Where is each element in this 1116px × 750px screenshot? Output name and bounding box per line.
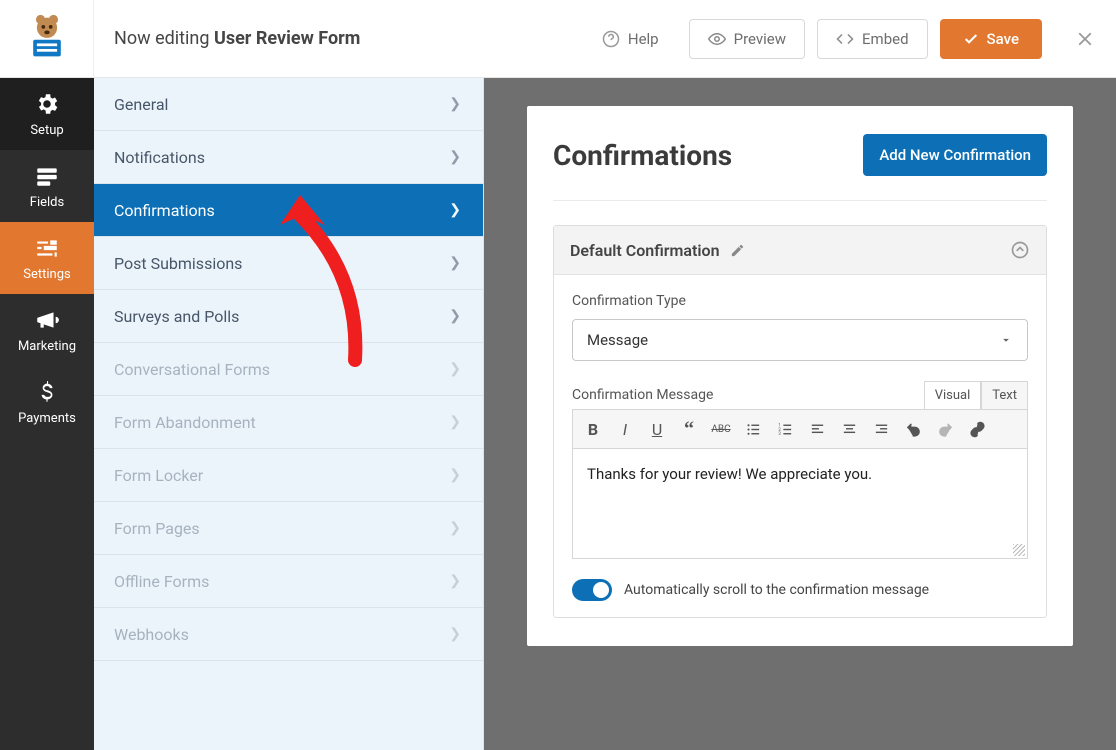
auto-scroll-toggle[interactable] <box>572 579 612 601</box>
sp-general[interactable]: General❯ <box>94 78 483 131</box>
header-actions: Help Preview Embed Save <box>584 19 1116 59</box>
chevron-right-icon: ❯ <box>449 467 461 483</box>
dollar-icon <box>34 379 60 405</box>
nav-settings[interactable]: Settings <box>0 222 94 294</box>
tab-visual[interactable]: Visual <box>924 381 982 409</box>
editing-title: Now editing User Review Form <box>94 28 584 49</box>
sp-notifications[interactable]: Notifications❯ <box>94 131 483 184</box>
underline-button[interactable]: U <box>645 417 669 441</box>
message-editor[interactable]: Thanks for your review! We appreciate yo… <box>572 449 1028 559</box>
panel-header[interactable]: Default Confirmation <box>554 226 1046 275</box>
pencil-icon[interactable] <box>730 243 745 258</box>
header-bar: Now editing User Review Form Help Previe… <box>0 0 1116 78</box>
chevron-right-icon: ❯ <box>449 520 461 536</box>
align-right-button[interactable] <box>869 417 893 441</box>
code-icon <box>836 30 854 48</box>
sp-form-pages[interactable]: Form Pages❯ <box>94 502 483 555</box>
auto-scroll-row: Automatically scroll to the confirmation… <box>572 579 1028 601</box>
sp-form-locker[interactable]: Form Locker❯ <box>94 449 483 502</box>
tab-text[interactable]: Text <box>981 381 1028 409</box>
help-icon <box>602 30 620 48</box>
settings-sidepanel: General❯ Notifications❯ Confirmations❯ P… <box>94 0 484 750</box>
chevron-right-icon: ❯ <box>449 202 461 218</box>
page-title: Confirmations <box>553 139 732 172</box>
align-center-button[interactable] <box>837 417 861 441</box>
left-nav: Setup Fields Settings Marketing Payments <box>0 0 94 750</box>
resize-handle[interactable] <box>1013 544 1025 556</box>
bulleted-list-button[interactable] <box>741 417 765 441</box>
sp-conversational[interactable]: Conversational Forms❯ <box>94 343 483 396</box>
eye-icon <box>708 30 726 48</box>
link-button[interactable] <box>965 417 989 441</box>
auto-scroll-label: Automatically scroll to the confirmation… <box>624 582 929 598</box>
chevron-right-icon: ❯ <box>449 96 461 112</box>
italic-button[interactable]: I <box>613 417 637 441</box>
nav-fields[interactable]: Fields <box>0 150 94 222</box>
close-icon <box>1074 28 1096 50</box>
editor-tabs: Visual Text <box>924 381 1028 409</box>
default-confirmation-panel: Default Confirmation Confirmation Type M… <box>553 225 1047 618</box>
message-label: Confirmation Message <box>572 387 713 403</box>
gear-icon <box>34 91 60 117</box>
confirmations-card: Confirmations Add New Confirmation Defau… <box>527 106 1073 646</box>
nav-marketing[interactable]: Marketing <box>0 294 94 366</box>
sp-surveys-polls[interactable]: Surveys and Polls❯ <box>94 290 483 343</box>
chevron-right-icon: ❯ <box>449 308 461 324</box>
sp-webhooks[interactable]: Webhooks❯ <box>94 608 483 661</box>
editor-toolbar: B I U “ ABC 123 <box>572 409 1028 449</box>
list-icon <box>34 163 60 189</box>
bullhorn-icon <box>34 307 60 333</box>
sliders-icon <box>34 235 60 261</box>
nav-payments[interactable]: Payments <box>0 366 94 438</box>
sp-post-submissions[interactable]: Post Submissions❯ <box>94 237 483 290</box>
main-area: Confirmations Add New Confirmation Defau… <box>484 0 1116 750</box>
wpforms-logo <box>22 14 72 64</box>
numbered-list-button[interactable]: 123 <box>773 417 797 441</box>
chevron-right-icon: ❯ <box>449 255 461 271</box>
chevron-right-icon: ❯ <box>449 149 461 165</box>
check-icon <box>963 31 979 47</box>
svg-text:3: 3 <box>778 432 781 437</box>
chevron-right-icon: ❯ <box>449 573 461 589</box>
type-label: Confirmation Type <box>572 293 1028 309</box>
bold-button[interactable]: B <box>581 417 605 441</box>
preview-button[interactable]: Preview <box>689 19 805 59</box>
sp-confirmations[interactable]: Confirmations❯ <box>94 184 483 237</box>
strikethrough-button[interactable]: ABC <box>709 417 733 441</box>
redo-button[interactable] <box>933 417 957 441</box>
chevron-right-icon: ❯ <box>449 626 461 642</box>
card-header: Confirmations Add New Confirmation <box>553 134 1047 201</box>
chevron-right-icon: ❯ <box>449 414 461 430</box>
add-confirmation-button[interactable]: Add New Confirmation <box>863 134 1047 176</box>
logo-container <box>0 0 94 78</box>
align-left-button[interactable] <box>805 417 829 441</box>
collapse-icon[interactable] <box>1010 240 1030 260</box>
confirmation-type-select[interactable]: Message <box>572 319 1028 361</box>
close-button[interactable] <box>1072 26 1098 52</box>
embed-button[interactable]: Embed <box>817 19 928 59</box>
editing-prefix: Now editing <box>114 28 214 49</box>
editing-form-name: User Review Form <box>214 28 360 49</box>
chevron-right-icon: ❯ <box>449 361 461 377</box>
chevron-down-icon <box>999 333 1013 347</box>
panel-title: Default Confirmation <box>570 241 720 260</box>
sp-form-abandonment[interactable]: Form Abandonment❯ <box>94 396 483 449</box>
save-button[interactable]: Save <box>940 19 1042 59</box>
undo-button[interactable] <box>901 417 925 441</box>
nav-setup[interactable]: Setup <box>0 78 94 150</box>
help-button[interactable]: Help <box>584 20 677 58</box>
sp-offline-forms[interactable]: Offline Forms❯ <box>94 555 483 608</box>
panel-body: Confirmation Type Message Confirmation M… <box>554 275 1046 617</box>
blockquote-button[interactable]: “ <box>677 417 701 441</box>
